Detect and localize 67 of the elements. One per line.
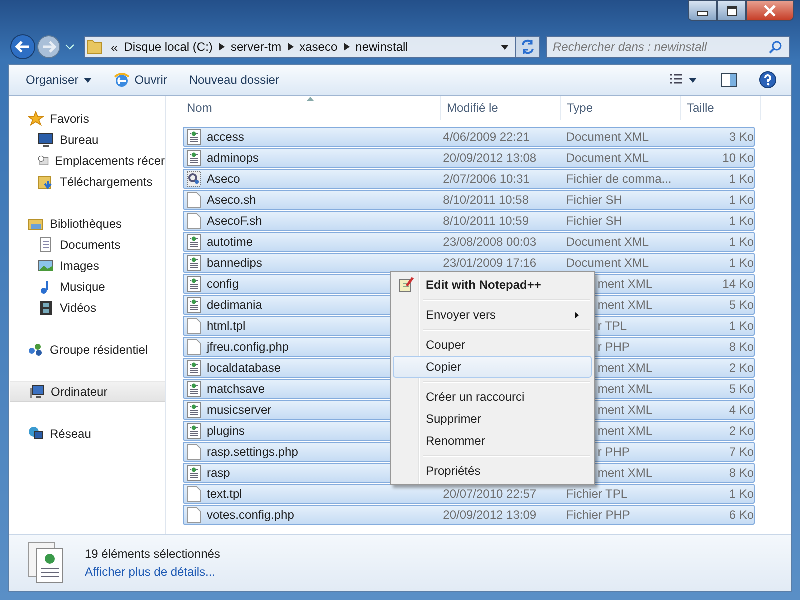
modified-date: 2/07/2006 10:31 [443,172,530,186]
file-name: Aseco.sh [207,193,256,207]
file-name: config [207,277,240,291]
file-size: 7 Ko [729,445,754,459]
file-name: musicserver [207,403,272,417]
file-size: 14 Ko [722,277,754,291]
file-name: text.tpl [207,487,242,501]
file-type: ment XML [598,361,653,375]
file-type: Fichier SH [566,193,622,207]
file-size: 2 Ko [729,361,754,375]
file-size: 1 Ko [729,487,754,501]
modified-date: 8/10/2011 10:59 [443,214,529,228]
modified-date: 23/01/2009 17:16 [443,256,537,270]
file-size: 2 Ko [729,424,754,438]
file-name: matchsave [207,382,266,396]
file-size: 1 Ko [729,214,754,228]
file-type: ment XML [598,298,653,312]
file-type: Fichier TPL [566,487,628,501]
file-name: html.tpl [207,319,246,333]
modified-date: 20/09/2012 13:09 [443,508,537,522]
file-name: AsecoF.sh [207,214,262,228]
file-type: ment XML [598,382,653,396]
file-size: 3 Ko [729,130,754,144]
file-size: 5 Ko [729,382,754,396]
file-type: Document XML [566,130,650,144]
file-size: 1 Ko [729,193,754,207]
file-size: 1 Ko [729,172,754,186]
file-name: rasp.settings.php [207,445,298,459]
modified-date: 20/07/2010 22:57 [443,487,537,501]
file-name: adminops [207,151,260,165]
file-name: localdatabase [207,361,282,375]
file-size: 1 Ko [729,319,754,333]
file-type: r PHP [598,340,630,354]
file-size: 6 Ko [729,508,754,522]
modified-date: 8/10/2011 10:58 [443,193,529,207]
file-size: 4 Ko [729,403,754,417]
selection-count: 19 éléments sélectionnés [85,547,220,561]
file-name: jfreu.config.php [207,340,290,354]
modified-date: 23/08/2008 00:03 [443,235,537,249]
file-size: 1 Ko [729,256,754,270]
modified-date: 20/09/2012 13:08 [443,151,537,165]
file-type: ment XML [598,466,653,480]
file-name: bannedips [207,256,262,270]
file-type: Fichier PHP [566,508,630,522]
file-name: dedimania [207,298,262,312]
file-size: 5 Ko [729,298,754,312]
modified-date: 4/06/2009 22:21 [443,130,530,144]
file-name: autotime [207,235,254,249]
file-name: access [207,130,244,144]
file-size: 10 Ko [722,151,754,165]
file-type: ment XML [598,403,653,417]
file-size: 1 Ko [729,235,754,249]
file-type: Document XML [566,151,650,165]
file-size: 8 Ko [729,340,754,354]
file-type: r PHP [598,445,630,459]
file-type: Fichier SH [566,214,622,228]
file-size: 8 Ko [729,466,754,480]
file-name: plugins [207,424,246,438]
file-type: Document XML [566,235,650,249]
file-type: Document XML [566,256,650,270]
file-name: Aseco [207,172,240,186]
file-name: rasp [207,466,230,480]
file-type: Fichier de comma... [566,172,672,186]
file-type: r TPL [598,319,628,333]
file-name: votes.config.php [207,508,294,522]
file-type: ment XML [598,424,653,438]
file-type: ment XML [598,277,653,291]
